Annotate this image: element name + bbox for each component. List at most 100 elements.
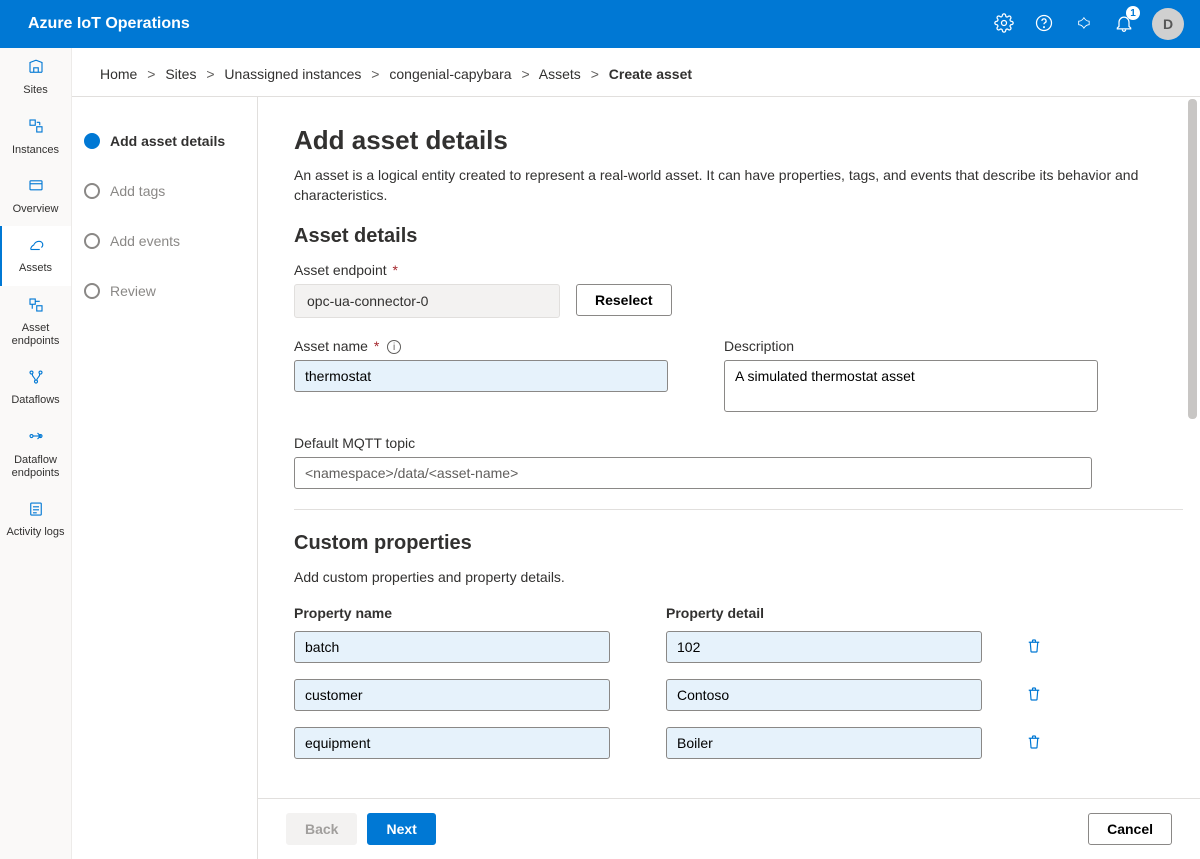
- step-label: Add asset details: [110, 133, 225, 149]
- property-row: [294, 631, 1164, 663]
- top-bar: Azure IoT Operations 1 D: [0, 0, 1200, 48]
- nav-label: Activity logs: [6, 526, 64, 539]
- nav-activity-logs[interactable]: Activity logs: [0, 490, 71, 549]
- breadcrumb-separator: >: [591, 66, 599, 82]
- required-indicator: *: [370, 338, 379, 354]
- scrollbar[interactable]: [1184, 97, 1200, 798]
- step-indicator-icon: [84, 283, 100, 299]
- main-content: Add asset details An asset is a logical …: [258, 97, 1200, 798]
- property-name-input[interactable]: [294, 679, 610, 711]
- nav-label: Sites: [23, 84, 47, 97]
- breadcrumb-separator: >: [147, 66, 155, 82]
- trash-icon: [1025, 685, 1043, 706]
- nav-instances[interactable]: Instances: [0, 107, 71, 166]
- notification-badge: 1: [1126, 6, 1140, 20]
- step-label: Add events: [110, 233, 180, 249]
- delete-property-button[interactable]: [1018, 631, 1050, 663]
- property-name-input[interactable]: [294, 727, 610, 759]
- step-label: Add tags: [110, 183, 165, 199]
- back-button[interactable]: Back: [286, 813, 357, 845]
- property-row: [294, 727, 1164, 759]
- breadcrumb-current: Create asset: [609, 66, 692, 82]
- endpoint-label: Asset endpoint *: [294, 262, 1164, 278]
- asset-endpoints-icon: [27, 296, 45, 318]
- notifications-button[interactable]: 1: [1104, 0, 1144, 48]
- breadcrumb-separator: >: [371, 66, 379, 82]
- help-icon: [1034, 13, 1054, 36]
- endpoint-value-display: opc-ua-connector-0: [294, 284, 560, 318]
- step-add-events[interactable]: Add events: [72, 225, 257, 257]
- property-name-input[interactable]: [294, 631, 610, 663]
- step-label: Review: [110, 283, 156, 299]
- breadcrumb-separator: >: [206, 66, 214, 82]
- property-detail-input[interactable]: [666, 631, 982, 663]
- cancel-button[interactable]: Cancel: [1088, 813, 1172, 845]
- nav-label: Instances: [12, 144, 59, 157]
- property-column-headers: Property name Property detail: [294, 605, 1164, 621]
- gear-icon: [994, 13, 1014, 36]
- step-review[interactable]: Review: [72, 275, 257, 307]
- custom-properties-intro: Add custom properties and property detai…: [294, 569, 1164, 585]
- help-button[interactable]: [1024, 0, 1064, 48]
- page-intro: An asset is a logical entity created to …: [294, 166, 1164, 205]
- nav-sites[interactable]: Sites: [0, 48, 71, 107]
- settings-button[interactable]: [984, 0, 1024, 48]
- breadcrumb-link[interactable]: Sites: [165, 66, 196, 82]
- step-add-asset-details[interactable]: Add asset details: [72, 125, 257, 157]
- property-detail-header: Property detail: [666, 605, 982, 621]
- next-button[interactable]: Next: [367, 813, 435, 845]
- trash-icon: [1025, 733, 1043, 754]
- reselect-button[interactable]: Reselect: [576, 284, 672, 316]
- nav-overview[interactable]: Overview: [0, 167, 71, 226]
- breadcrumb-link[interactable]: Unassigned instances: [224, 66, 361, 82]
- activity-logs-icon: [27, 500, 45, 522]
- breadcrumb: Home > Sites > Unassigned instances > co…: [72, 48, 1200, 97]
- breadcrumb-separator: >: [521, 66, 529, 82]
- section-heading-asset-details: Asset details: [294, 225, 1164, 248]
- instances-icon: [27, 117, 45, 139]
- step-indicator-icon: [84, 133, 100, 149]
- asset-name-label: Asset name * i: [294, 338, 668, 354]
- nav-label: Assets: [19, 262, 52, 275]
- nav-dataflows[interactable]: Dataflows: [0, 358, 71, 417]
- step-indicator-icon: [84, 183, 100, 199]
- wizard-steps: Add asset details Add tags Add events Re…: [72, 97, 258, 859]
- nav-label: Dataflow endpoints: [2, 454, 69, 480]
- nav-label: Dataflows: [11, 394, 59, 407]
- delete-property-button[interactable]: [1018, 679, 1050, 711]
- nav-dataflow-endpoints[interactable]: Dataflow endpoints: [0, 417, 71, 490]
- megaphone-icon: [1074, 13, 1094, 36]
- delete-property-button[interactable]: [1018, 727, 1050, 759]
- section-divider: [294, 509, 1183, 510]
- property-detail-input[interactable]: [666, 727, 982, 759]
- trash-icon: [1025, 637, 1043, 658]
- app-title: Azure IoT Operations: [28, 15, 190, 33]
- wizard-footer: Back Next Cancel: [258, 798, 1200, 859]
- description-label: Description: [724, 338, 1098, 354]
- news-button[interactable]: [1064, 0, 1104, 48]
- step-add-tags[interactable]: Add tags: [72, 175, 257, 207]
- page-title: Add asset details: [294, 125, 1164, 156]
- step-indicator-icon: [84, 233, 100, 249]
- property-detail-input[interactable]: [666, 679, 982, 711]
- left-nav: Sites Instances Overview Assets Asset en…: [0, 48, 72, 859]
- breadcrumb-link[interactable]: Home: [100, 66, 137, 82]
- breadcrumb-link[interactable]: congenial-capybara: [389, 66, 511, 82]
- sites-icon: [27, 58, 45, 80]
- overview-icon: [27, 177, 45, 199]
- dataflows-icon: [27, 368, 45, 390]
- scrollbar-thumb[interactable]: [1188, 99, 1197, 419]
- breadcrumb-link[interactable]: Assets: [539, 66, 581, 82]
- avatar[interactable]: D: [1152, 8, 1184, 40]
- nav-asset-endpoints[interactable]: Asset endpoints: [0, 286, 71, 359]
- section-heading-custom-properties: Custom properties: [294, 532, 1164, 555]
- property-name-header: Property name: [294, 605, 610, 621]
- assets-icon: [27, 236, 45, 258]
- info-icon[interactable]: i: [387, 340, 401, 354]
- nav-label: Overview: [13, 203, 59, 216]
- asset-name-input[interactable]: [294, 360, 668, 392]
- mqtt-topic-input[interactable]: [294, 457, 1092, 489]
- nav-assets[interactable]: Assets: [0, 226, 71, 285]
- property-row: [294, 679, 1164, 711]
- description-input[interactable]: A simulated thermostat asset: [724, 360, 1098, 412]
